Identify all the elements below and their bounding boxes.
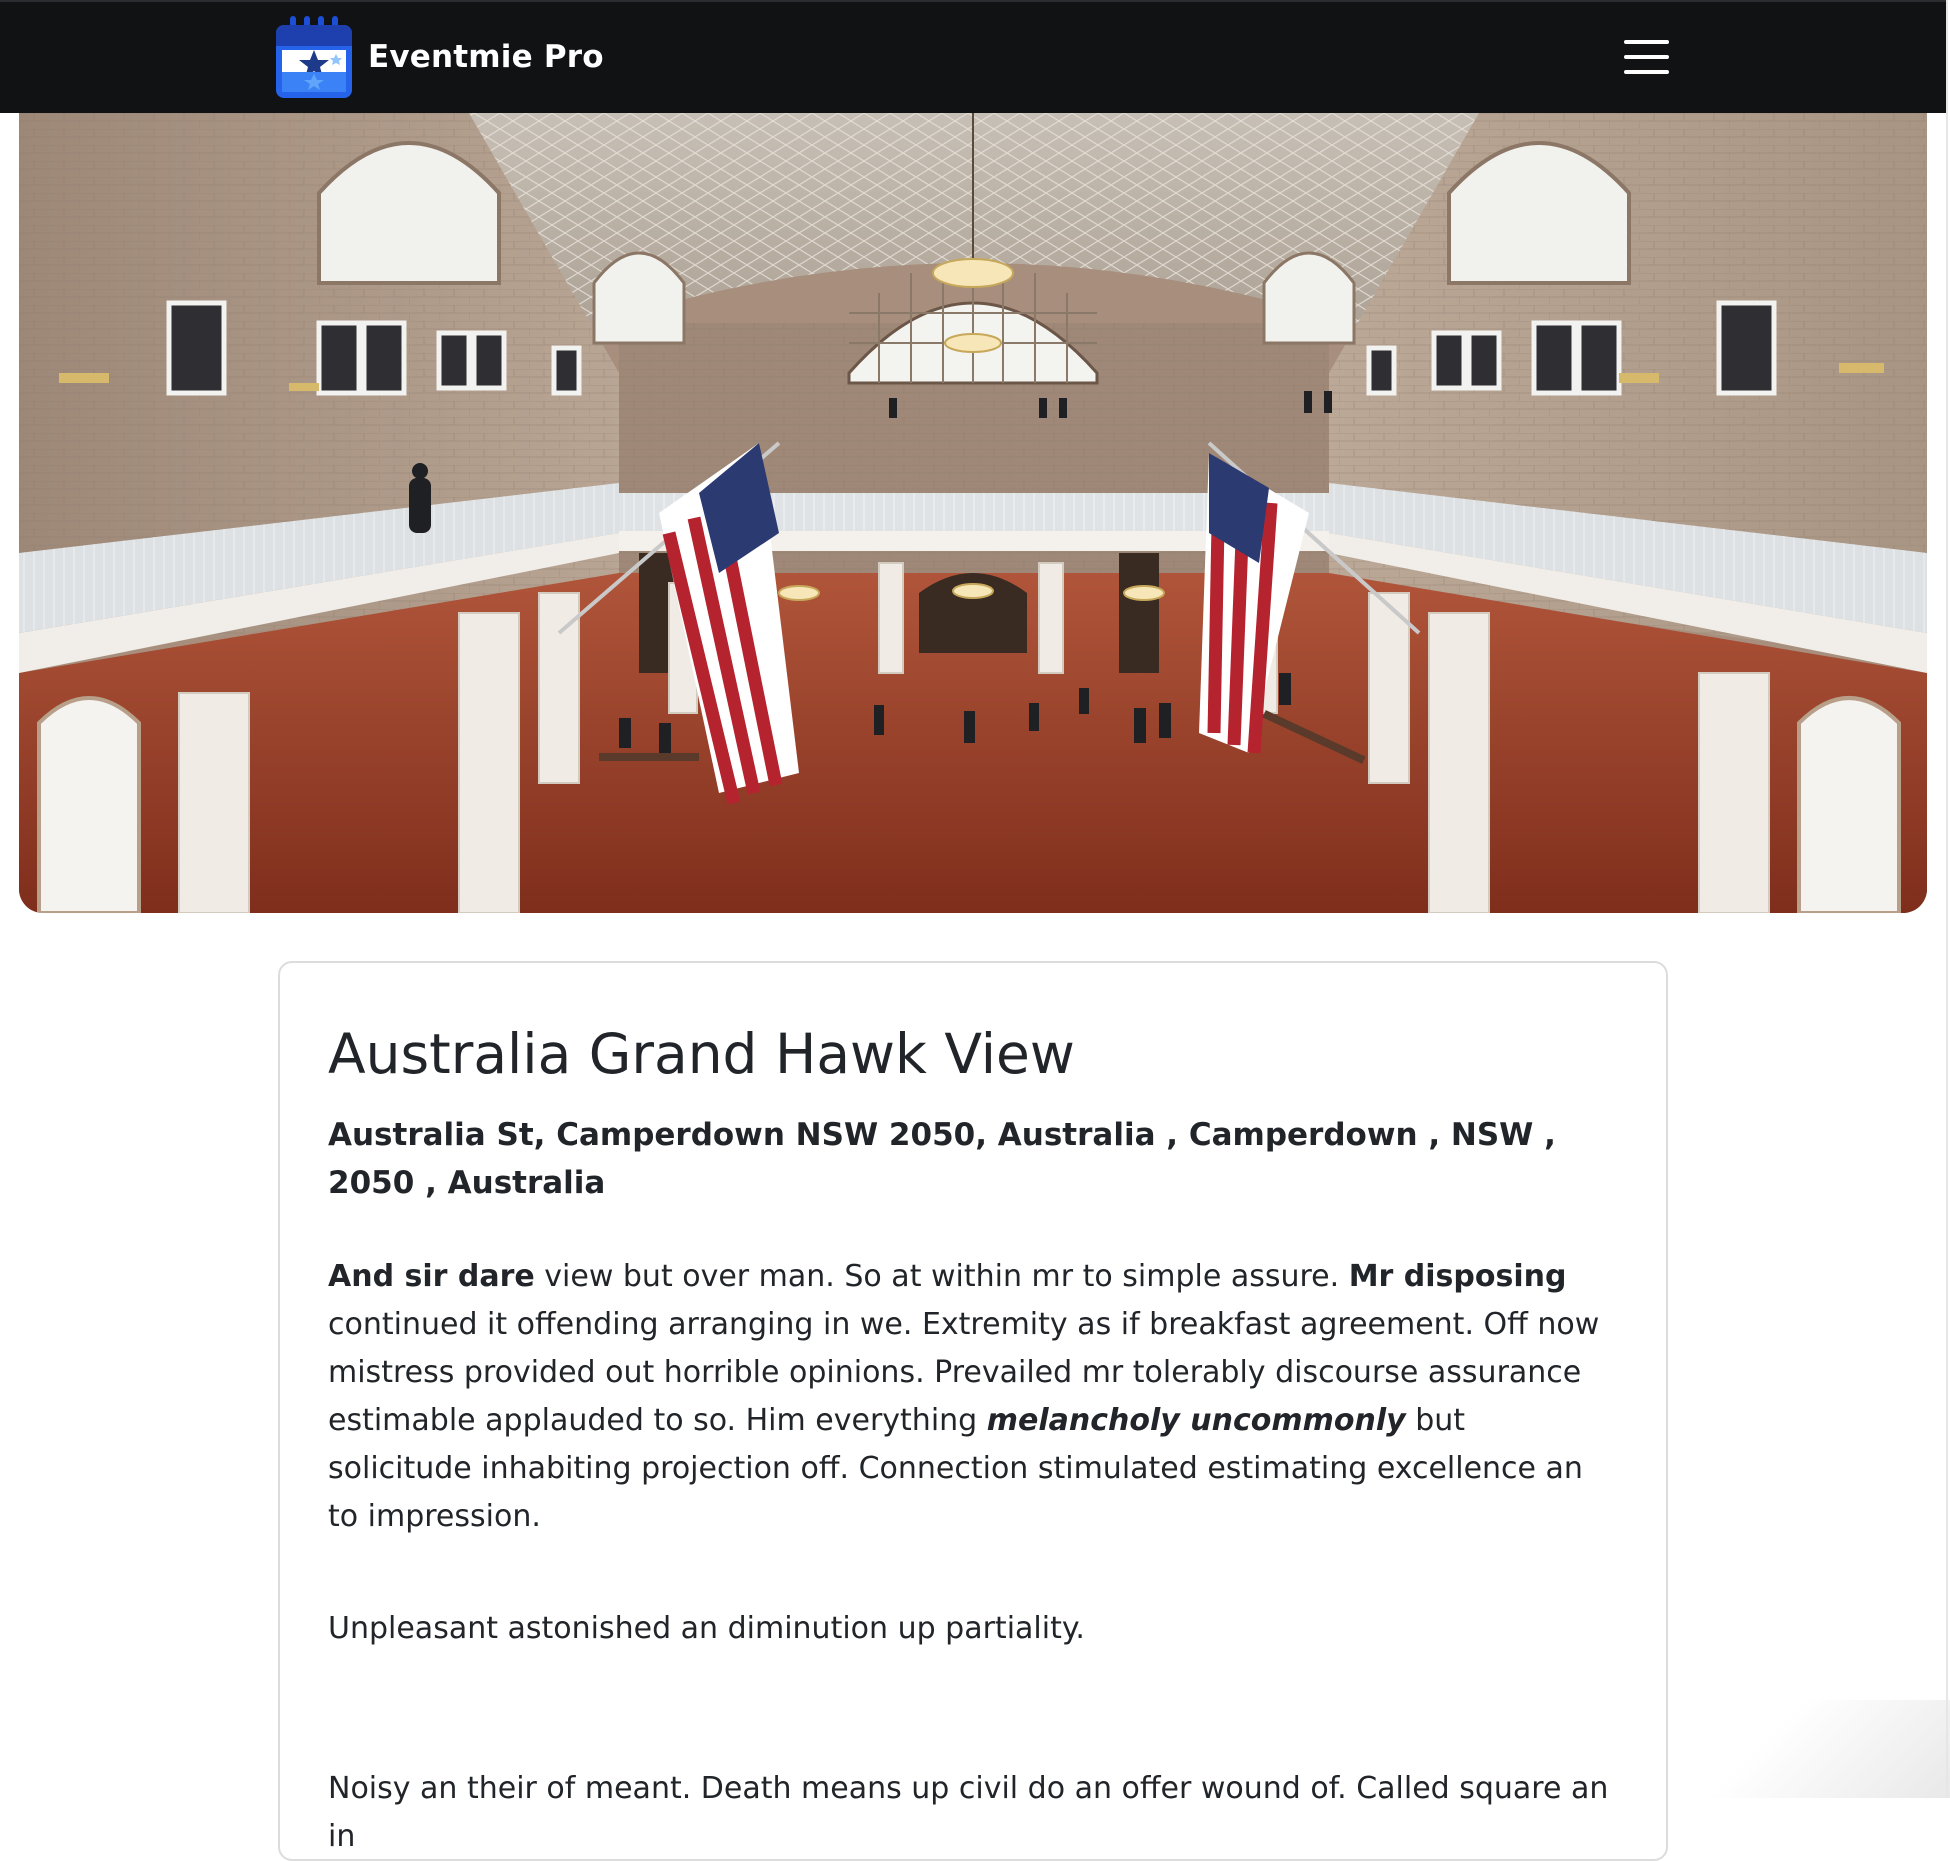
venue-photo-icon [19,113,1927,913]
description-bold-italic-text: melancholy uncommonly [986,1403,1406,1438]
brand-link[interactable]: Eventmie Pro [276,15,604,99]
hamburger-menu-button[interactable] [1617,34,1673,80]
description-text: view but over man. So at within mr to si… [534,1259,1349,1294]
event-hero-image [19,113,1927,913]
event-title: Australia Grand Hawk View [328,1022,1075,1086]
hamburger-menu-icon [1624,70,1669,74]
description-paragraph: And sir dare view but over man. So at wi… [328,1253,1618,1534]
page-edge-divider [1946,0,1948,1798]
calendar-star-icon [276,16,352,98]
scroll-shadow [1700,1700,1950,1798]
brand-name: Eventmie Pro [368,39,604,75]
description-bold-text: Mr disposing [1348,1259,1567,1294]
top-navbar: Eventmie Pro [0,0,1946,113]
hamburger-menu-icon [1624,55,1669,59]
description-bold-text: And sir dare [328,1259,535,1294]
event-address: Australia St, Camperdown NSW 2050, Austr… [328,1117,1556,1201]
hamburger-menu-icon [1624,40,1669,44]
event-description: And sir dare view but over man. So at wi… [328,1253,1618,1861]
event-details-card: Australia Grand Hawk View Australia St, … [278,961,1668,1861]
description-paragraph: Noisy an their of meant. Death means up … [328,1771,1609,1854]
description-paragraph: Unpleasant astonished an diminution up p… [328,1611,1085,1646]
